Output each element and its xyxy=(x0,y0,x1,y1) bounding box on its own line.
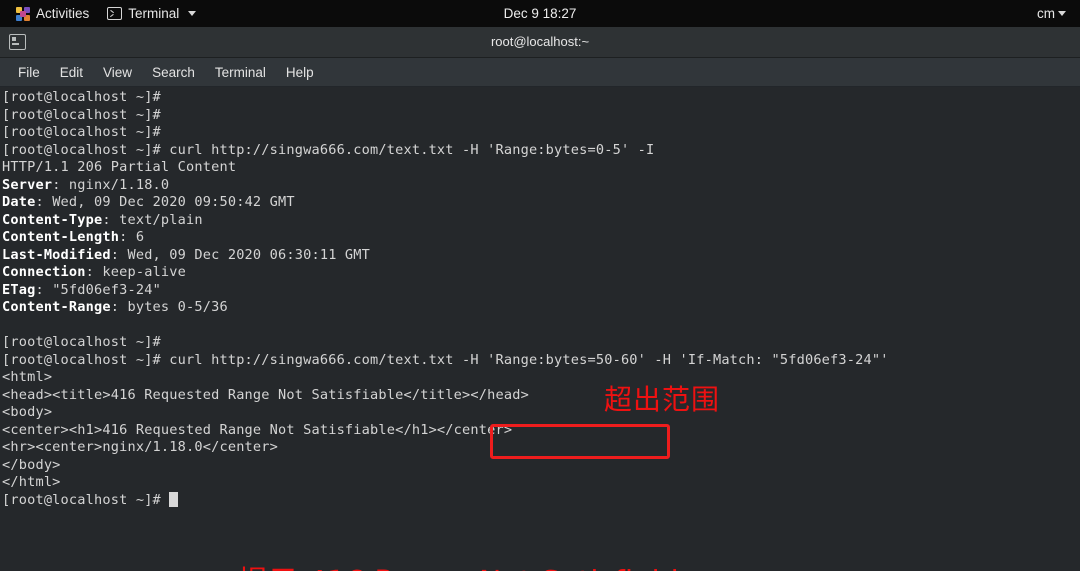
app-menu-label: Terminal xyxy=(128,6,180,21)
terminal-line-text: : 6 xyxy=(119,229,145,245)
terminal-line-text: [root@localhost ~]# curl http://singwa66… xyxy=(2,141,655,158)
terminal-line: ETag: "5fd06ef3-24" xyxy=(0,282,1080,300)
menu-item-search[interactable]: Search xyxy=(142,62,205,83)
terminal-line: [root@localhost ~]# xyxy=(0,334,1080,352)
terminal-line: Date: Wed, 09 Dec 2020 09:50:42 GMT xyxy=(0,194,1080,212)
menu-bar: File Edit View Search Terminal Help xyxy=(0,58,1080,87)
terminal-line: <hr><center>nginx/1.18.0</center> xyxy=(0,439,1080,457)
chevron-down-icon xyxy=(1058,11,1066,16)
terminal-line-text: <head><title>416 Requested Range Not Sat… xyxy=(2,386,529,403)
terminal-cursor xyxy=(169,491,179,507)
menu-item-help[interactable]: Help xyxy=(276,62,324,83)
terminal-line: <head><title>416 Requested Range Not Sat… xyxy=(0,387,1080,405)
terminal-line-text: <hr><center>nginx/1.18.0</center> xyxy=(2,439,279,455)
terminal-line-text: </html> xyxy=(2,474,61,490)
terminal-line-text: HTTP/1.1 206 Partial Content xyxy=(2,159,237,175)
terminal-line-text: : keep-alive xyxy=(85,264,187,280)
annotation-out-of-range: 超出范围 xyxy=(604,383,721,416)
terminal-line-text: : bytes 0-5/36 xyxy=(110,299,228,315)
gnome-top-bar: Activities Terminal Dec 9 18:27 cm xyxy=(0,0,1080,27)
terminal-line-text: <body> xyxy=(2,404,53,420)
terminal-line: [root@localhost ~]# xyxy=(0,89,1080,107)
terminal-body[interactable]: [root@localhost ~]# [root@localhost ~]# [r… xyxy=(0,87,1080,571)
window-title-bar[interactable]: root@localhost:~ xyxy=(0,27,1080,58)
terminal-icon xyxy=(107,7,123,20)
http-header-name: Date xyxy=(2,194,36,210)
menu-item-view[interactable]: View xyxy=(93,62,142,83)
http-header-name: Last-Modified xyxy=(2,246,111,263)
terminal-line: [root@localhost ~]# curl http://singwa66… xyxy=(0,142,1080,160)
terminal-line: Connection: keep-alive xyxy=(0,264,1080,282)
annotation-hint-416: 提示 416 Range Not Satisfiable xyxy=(238,557,697,571)
terminal-output: [root@localhost ~]# [root@localhost ~]# [r… xyxy=(0,89,1080,509)
window-title: root@localhost:~ xyxy=(490,34,590,49)
activities-pinwheel-icon xyxy=(15,6,30,21)
http-header-name: Server xyxy=(2,176,53,193)
terminal-line: [root@localhost ~]# xyxy=(0,124,1080,142)
terminal-line: </html> xyxy=(0,474,1080,492)
terminal-line: [root@localhost ~]# curl http://singwa66… xyxy=(0,352,1080,370)
terminal-line-text: [root@localhost ~]# xyxy=(2,124,161,140)
menu-item-edit[interactable]: Edit xyxy=(50,62,93,83)
terminal-line-text: [root@localhost ~]# xyxy=(2,334,161,350)
app-menu-button[interactable]: Terminal xyxy=(98,0,205,27)
terminal-line: HTTP/1.1 206 Partial Content xyxy=(0,159,1080,177)
terminal-line-text: : Wed, 09 Dec 2020 09:50:42 GMT xyxy=(35,194,295,210)
terminal-line: Content-Range: bytes 0-5/36 xyxy=(0,299,1080,317)
terminal-line: <html> xyxy=(0,369,1080,387)
menu-item-file[interactable]: File xyxy=(8,62,50,83)
terminal-line: <center><h1>416 Requested Range Not Sati… xyxy=(0,422,1080,440)
terminal-line-text: [root@localhost ~]# curl http://singwa66… xyxy=(2,351,889,368)
terminal-line: <body> xyxy=(0,404,1080,422)
terminal-line-text: [root@localhost ~]# xyxy=(2,106,161,123)
menu-item-terminal[interactable]: Terminal xyxy=(205,62,276,83)
terminal-line-text: <html> xyxy=(2,369,53,385)
activities-label: Activities xyxy=(36,6,90,21)
terminal-line-text: : Wed, 09 Dec 2020 06:30:11 GMT xyxy=(110,246,371,263)
top-bar-left-group: Activities Terminal xyxy=(0,0,205,27)
http-header-name: Content-Range xyxy=(2,299,111,315)
terminal-line: Last-Modified: Wed, 09 Dec 2020 06:30:11… xyxy=(0,247,1080,265)
terminal-line-text: : text/plain xyxy=(102,211,203,228)
terminal-line: Content-Type: text/plain xyxy=(0,212,1080,230)
terminal-line-text: : "5fd06ef3-24" xyxy=(35,281,161,298)
terminal-line-text: : nginx/1.18.0 xyxy=(52,176,170,193)
terminal-line: </body> xyxy=(0,457,1080,475)
terminal-line-text: </body> xyxy=(2,456,61,473)
terminal-line: Server: nginx/1.18.0 xyxy=(0,177,1080,195)
system-status-button[interactable]: cm xyxy=(1031,0,1072,27)
terminal-line: Content-Length: 6 xyxy=(0,229,1080,247)
system-status-label: cm xyxy=(1037,6,1055,21)
terminal-line: [root@localhost ~]# xyxy=(0,491,1080,510)
chevron-down-icon xyxy=(188,11,197,16)
terminal-line-text: [root@localhost ~]# xyxy=(2,89,161,105)
terminal-line-text: <center><h1>416 Requested Range Not Sati… xyxy=(2,421,513,438)
terminal-line: [root@localhost ~]# xyxy=(0,107,1080,125)
http-header-name: Connection xyxy=(2,264,86,280)
terminal-line-text: [root@localhost ~]# xyxy=(2,491,170,508)
activities-button[interactable]: Activities xyxy=(6,0,98,27)
http-header-name: ETag xyxy=(2,281,36,298)
http-header-name: Content-Length xyxy=(2,229,120,245)
screen-root: Activities Terminal Dec 9 18:27 cm root@… xyxy=(0,0,1080,571)
http-header-name: Content-Type xyxy=(2,211,103,228)
